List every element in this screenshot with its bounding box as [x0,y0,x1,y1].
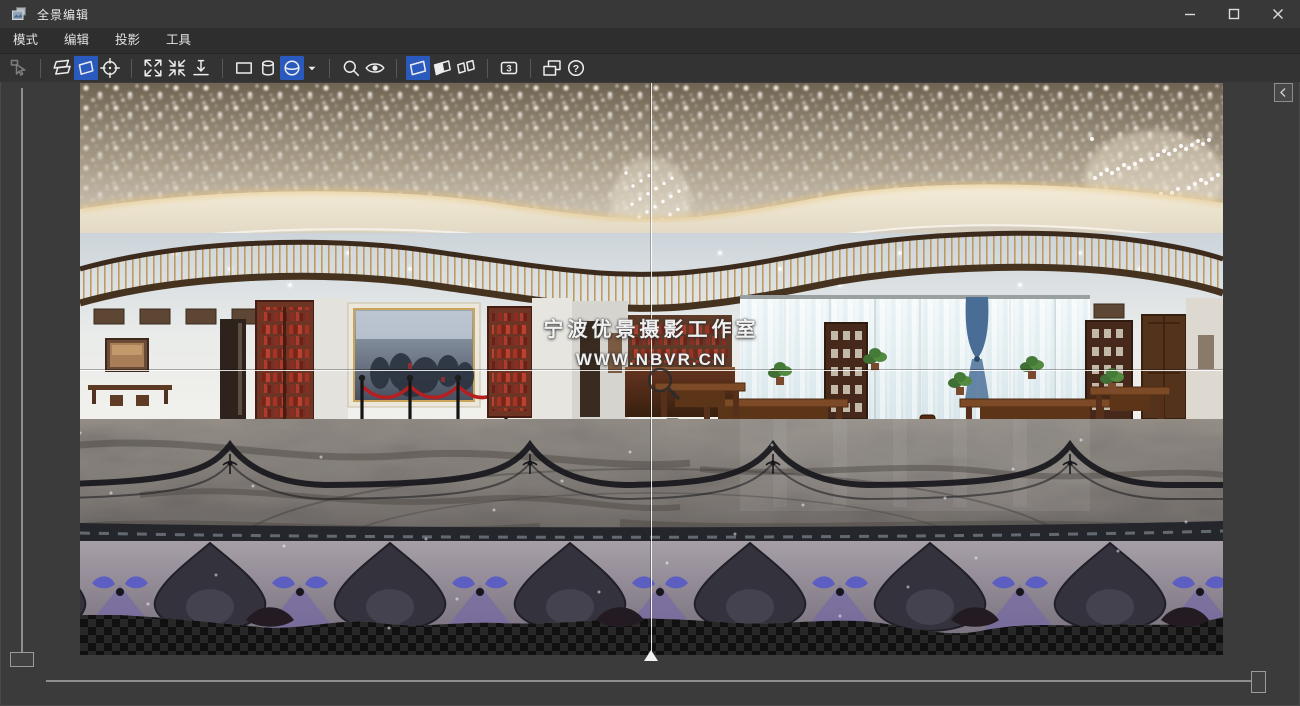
view-split-button[interactable] [430,56,454,80]
dual-pane-icon [454,56,478,80]
center-marker[interactable] [644,650,658,661]
close-button[interactable] [1256,0,1300,28]
toolbar-separator [222,59,223,78]
stacked-panoramas-icon [50,56,74,80]
chevron-down-icon [304,56,320,80]
maximize-button[interactable] [1212,0,1256,28]
help-button[interactable]: ? [564,56,588,80]
single-pane-icon [406,56,430,80]
menu-bar: 模式 编辑 投影 工具 [0,28,1300,54]
maximize-icon [1228,8,1240,20]
three-badge-icon: 3 [497,56,521,80]
menu-tools[interactable]: 工具 [153,28,204,53]
center-point-button[interactable] [98,56,122,80]
toolbar: 3 ? [0,54,1300,82]
sphere-projection-button[interactable] [280,56,304,80]
rectangle-icon [232,56,256,80]
collapse-arrows-icon [165,56,189,80]
chevron-left-icon [1278,87,1289,98]
toolbar-separator [396,59,397,78]
toolbar-separator [530,59,531,78]
collapse-panel-button[interactable] [1274,83,1293,102]
minimize-icon [1184,8,1196,20]
expand-arrows-icon [141,56,165,80]
magnifier-button[interactable] [339,56,363,80]
toolbar-separator [329,59,330,78]
split-pane-icon [430,56,454,80]
cascade-windows-button[interactable] [540,56,564,80]
menu-mode[interactable]: 模式 [0,28,51,53]
cylinder-icon [256,56,280,80]
panorama-image [80,83,1223,655]
menu-projection[interactable]: 投影 [102,28,153,53]
vertical-slider-handle[interactable] [10,652,34,667]
cascade-windows-icon [540,56,564,80]
flat-projection-button[interactable] [232,56,256,80]
view-three-button[interactable]: 3 [497,56,521,80]
close-icon [1272,8,1284,20]
app-window: 全景编辑 模式 编辑 投影 工具 [0,0,1300,706]
expand-view-button[interactable] [141,56,165,80]
eye-icon [363,56,387,80]
horizontal-slider-track[interactable] [46,680,1258,682]
crosshair-icon [98,56,122,80]
title-bar: 全景编辑 [0,0,1300,28]
shrink-view-button[interactable] [165,56,189,80]
sphere-icon [280,56,304,80]
toolbar-separator [40,59,41,78]
panorama-single-button[interactable] [74,56,98,80]
view-dual-button[interactable] [454,56,478,80]
panorama-stack-button[interactable] [50,56,74,80]
panorama-canvas[interactable]: 宁波优景摄影工作室 WWW.NBVR.CN [80,83,1223,655]
svg-text:?: ? [573,63,579,75]
app-icon [10,5,28,23]
select-cursor-icon [7,56,31,80]
view-single-button[interactable] [406,56,430,80]
select-tool-button[interactable] [7,56,31,80]
preview-button[interactable] [363,56,387,80]
toolbar-separator [131,59,132,78]
minimize-button[interactable] [1168,0,1212,28]
toolbar-separator [487,59,488,78]
help-icon: ? [564,56,588,80]
cylinder-projection-button[interactable] [256,56,280,80]
projection-more-button[interactable] [304,56,320,80]
menu-edit[interactable]: 编辑 [51,28,102,53]
svg-text:3: 3 [506,63,511,74]
panorama-icon [74,56,98,80]
horizontal-slider-handle[interactable] [1251,671,1266,693]
window-title: 全景编辑 [37,6,89,23]
vertical-slider-track[interactable] [21,88,23,654]
fit-height-button[interactable] [189,56,213,80]
magnifier-icon [339,56,363,80]
arrow-to-baseline-icon [189,56,213,80]
